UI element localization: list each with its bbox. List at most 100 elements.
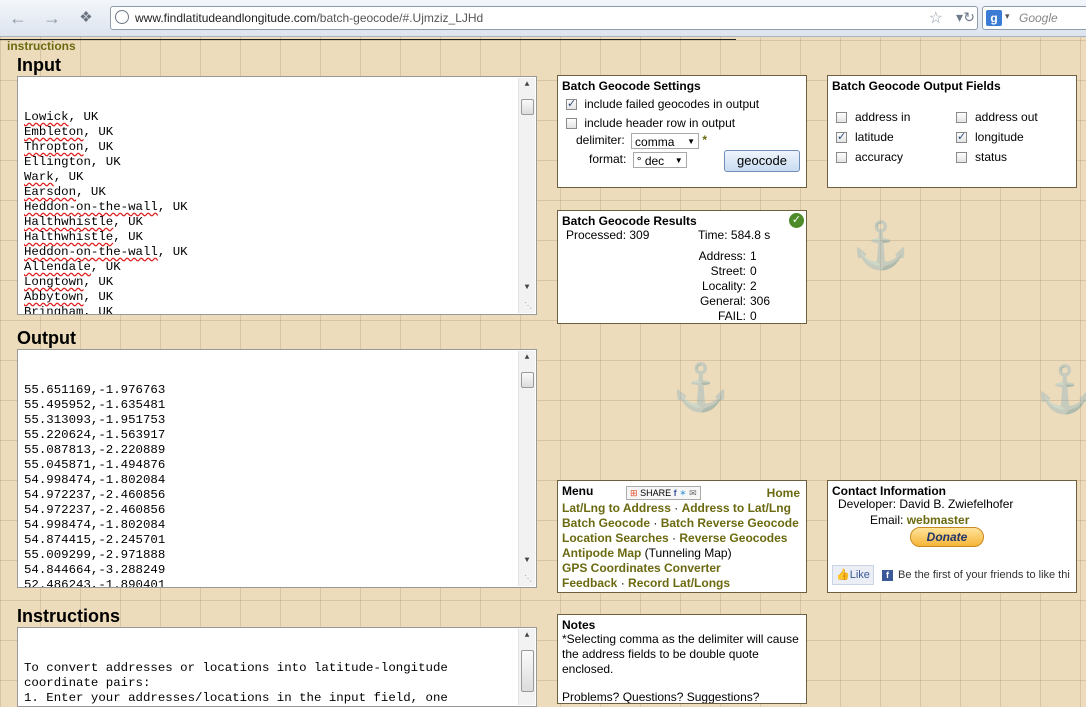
input-line: Thropton, UK bbox=[24, 140, 114, 154]
instructions-textarea[interactable]: To convert addresses or locations into l… bbox=[17, 627, 537, 707]
output-line: 55.313093,-1.951753 bbox=[24, 413, 166, 427]
fail-stat-value: 0 bbox=[750, 309, 757, 323]
ship-watermark-icon: ⚓ bbox=[672, 361, 730, 413]
scroll-thumb[interactable] bbox=[521, 372, 534, 388]
search-box[interactable]: g ▾ Google bbox=[982, 6, 1086, 30]
menu-link[interactable]: Address to Lat/Lng bbox=[682, 501, 791, 515]
output-line: 55.087813,-2.220889 bbox=[24, 443, 166, 457]
resize-grip-icon[interactable]: ⋱ bbox=[524, 302, 534, 312]
output-field-checkbox[interactable] bbox=[836, 130, 847, 143]
instructions-line: coordinate pairs: bbox=[24, 676, 151, 690]
output-field-option: address out bbox=[956, 110, 1038, 124]
engine-dropdown-icon[interactable]: ▾ bbox=[1005, 11, 1010, 22]
scroll-down-icon[interactable]: ▼ bbox=[519, 554, 535, 568]
output-field-option: address in bbox=[836, 110, 910, 124]
menu-link[interactable]: Antipode Map bbox=[562, 546, 641, 560]
input-line: Halthwhistle, UK bbox=[24, 230, 143, 244]
input-line: Heddon-on-the-wall, UK bbox=[24, 200, 188, 214]
input-textarea[interactable]: Lowick, UK Embleton, UK Thropton, UK Elling… bbox=[17, 76, 537, 315]
input-line: Bringham, UK bbox=[24, 305, 114, 315]
output-field-label: address in bbox=[855, 110, 911, 124]
back-icon[interactable]: ← bbox=[8, 8, 28, 28]
notes-panel: Notes *Selecting comma as the delimiter … bbox=[557, 614, 807, 704]
format-select[interactable]: ° dec ▼ bbox=[632, 152, 687, 168]
output-field-checkbox[interactable] bbox=[956, 152, 967, 163]
donate-button[interactable]: Donate bbox=[910, 527, 984, 547]
menu-separator: · bbox=[668, 531, 680, 545]
input-line: Heddon-on-the-wall, UK bbox=[24, 245, 188, 259]
twitter-share-icon[interactable]: ✶ bbox=[679, 488, 687, 498]
google-engine-icon[interactable]: g bbox=[986, 10, 1002, 26]
menu-link[interactable]: Record Lat/Longs bbox=[628, 576, 730, 590]
history-dropdown-icon[interactable]: ▾ bbox=[956, 9, 963, 26]
menu-link[interactable]: Batch Reverse Geocode bbox=[661, 516, 799, 530]
menu-link[interactable]: Batch Geocode bbox=[562, 516, 650, 530]
bookmark-star-icon[interactable]: ☆ bbox=[929, 8, 943, 28]
menu-separator: · bbox=[617, 576, 629, 590]
delimiter-row: delimiter: comma ▼ * bbox=[576, 133, 707, 149]
time-stat: Time: 584.8 s bbox=[698, 228, 771, 242]
menu-link[interactable]: Feedback bbox=[562, 576, 617, 590]
input-scrollbar[interactable]: ▲ ▼ bbox=[518, 78, 535, 313]
include-header-row: include header row in output bbox=[566, 116, 735, 130]
output-line: 55.009299,-2.971888 bbox=[24, 548, 166, 562]
include-failed-row: include failed geocodes in output bbox=[566, 97, 759, 111]
output-textarea[interactable]: 55.651169,-1.976763 55.495952,-1.635481 55… bbox=[17, 349, 537, 588]
results-panel: Batch Geocode Results ✓ Processed: 309 T… bbox=[557, 210, 807, 324]
menu-link[interactable]: Location Searches bbox=[562, 531, 669, 545]
menu-separator: · bbox=[650, 516, 661, 530]
instructions-link[interactable]: instructions bbox=[7, 39, 76, 53]
output-field-option: latitude bbox=[836, 130, 894, 144]
reload-icon[interactable]: ↻ bbox=[963, 9, 975, 26]
scroll-down-icon[interactable]: ▼ bbox=[519, 281, 535, 295]
geocode-button[interactable]: geocode bbox=[724, 150, 800, 172]
output-line: 52.486243,-1.890401 bbox=[24, 578, 166, 588]
contact-panel: Contact Information Developer: David B. … bbox=[827, 480, 1077, 593]
output-field-checkbox[interactable] bbox=[836, 152, 847, 163]
input-line: Halthwhistle, UK bbox=[24, 215, 143, 229]
extensions-icon[interactable]: ❖ bbox=[76, 8, 96, 28]
scroll-thumb[interactable] bbox=[521, 650, 534, 692]
delimiter-select[interactable]: comma ▼ bbox=[631, 133, 700, 149]
instructions-lines: To convert addresses or locations into l… bbox=[24, 661, 516, 706]
share-button[interactable]: ⊞ SHARE f ✶ ✉ bbox=[626, 486, 701, 500]
input-line: Wark, UK bbox=[24, 170, 84, 184]
search-placeholder: Google bbox=[1019, 11, 1058, 25]
menu-link[interactable]: Reverse Geocodes bbox=[679, 531, 787, 545]
locality-stat-label: Locality: bbox=[701, 279, 746, 293]
email-row: Email: webmaster bbox=[870, 513, 970, 527]
instructions-line: To convert addresses or locations into l… bbox=[24, 661, 448, 675]
street-stat-label: Street: bbox=[710, 264, 746, 278]
facebook-share-icon[interactable]: f bbox=[674, 488, 677, 498]
general-stat-label: General: bbox=[699, 294, 746, 308]
resize-grip-icon[interactable]: ⋱ bbox=[524, 575, 534, 585]
include-failed-checkbox[interactable] bbox=[566, 97, 577, 110]
menu-link[interactable]: Lat/Lng to Address bbox=[562, 501, 671, 515]
webmaster-email-link[interactable]: webmaster bbox=[907, 513, 970, 527]
forward-icon[interactable]: → bbox=[42, 8, 62, 28]
email-share-icon[interactable]: ✉ bbox=[689, 488, 697, 498]
delimiter-label: delimiter: bbox=[576, 133, 625, 148]
output-field-checkbox[interactable] bbox=[956, 112, 967, 123]
menu-header: Menu ⊞ SHARE f ✶ ✉ Home bbox=[562, 484, 802, 501]
output-line: 55.220624,-1.563917 bbox=[24, 428, 166, 442]
home-link[interactable]: Home bbox=[767, 486, 800, 500]
output-line: 55.651169,-1.976763 bbox=[24, 383, 166, 397]
output-scrollbar[interactable]: ▲ ▼ bbox=[518, 351, 535, 586]
scroll-up-icon[interactable]: ▲ bbox=[519, 629, 535, 643]
scroll-thumb[interactable] bbox=[521, 99, 534, 115]
input-line: Allendale, UK bbox=[24, 260, 121, 274]
url-text[interactable]: www.findlatitudeandlongitude.com/batch-g… bbox=[135, 11, 483, 25]
scroll-up-icon[interactable]: ▲ bbox=[519, 351, 535, 365]
scroll-up-icon[interactable]: ▲ bbox=[519, 78, 535, 92]
output-field-checkbox[interactable] bbox=[836, 112, 847, 123]
include-header-label: include header row in output bbox=[584, 116, 736, 130]
output-line: 55.495952,-1.635481 bbox=[24, 398, 166, 412]
output-field-checkbox[interactable] bbox=[956, 130, 967, 143]
address-bar[interactable]: www.findlatitudeandlongitude.com/batch-g… bbox=[110, 6, 978, 30]
include-header-checkbox[interactable] bbox=[566, 118, 577, 129]
menu-link[interactable]: GPS Coordinates Converter bbox=[562, 561, 721, 575]
instructions-scrollbar[interactable]: ▲ bbox=[518, 629, 535, 705]
facebook-like-button[interactable]: 👍Like bbox=[832, 565, 874, 585]
thumbs-up-icon: 👍 bbox=[836, 569, 850, 581]
